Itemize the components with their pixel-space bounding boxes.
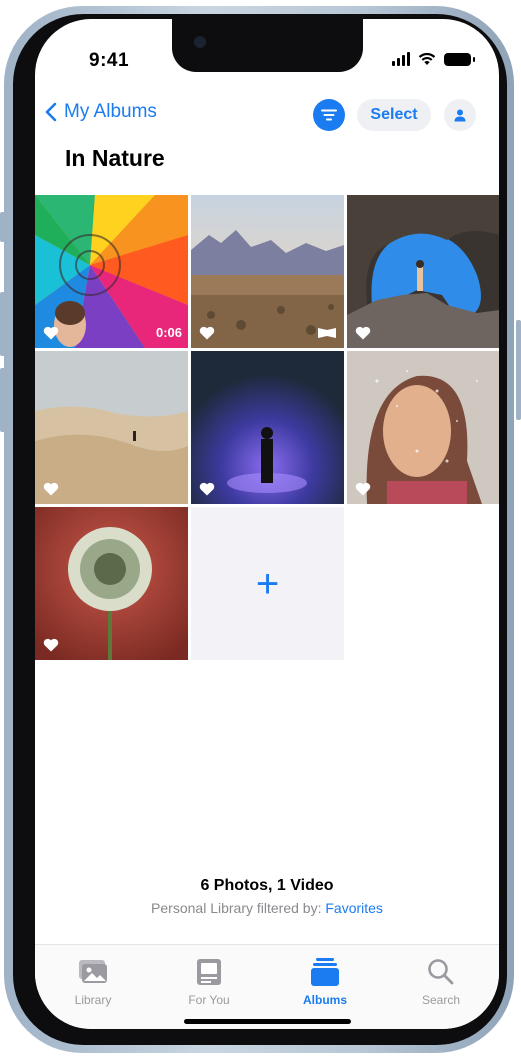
tab-library[interactable]: Library xyxy=(35,955,151,1007)
favorite-heart-icon xyxy=(43,482,59,496)
photo-thumbnail[interactable] xyxy=(347,195,499,348)
back-button-label: My Albums xyxy=(64,101,157,122)
favorite-heart-icon xyxy=(355,482,371,496)
cellular-signal-icon xyxy=(392,52,410,66)
volume-up-button xyxy=(0,292,5,356)
tab-label: Albums xyxy=(302,993,347,1007)
status-time: 9:41 xyxy=(89,50,130,71)
person-icon xyxy=(454,109,466,121)
filter-value-link[interactable]: Favorites xyxy=(325,900,383,916)
video-duration: 0:06 xyxy=(155,325,182,340)
filter-prefix: Personal Library filtered by: xyxy=(151,900,322,916)
back-button[interactable]: My Albums xyxy=(45,101,157,123)
filter-description: Personal Library filtered by: Favorites xyxy=(35,900,499,916)
action-button xyxy=(0,212,5,242)
photo-thumbnail[interactable] xyxy=(35,507,188,660)
wifi-icon xyxy=(418,52,436,65)
add-photos-button[interactable]: + xyxy=(191,507,344,660)
search-icon xyxy=(428,959,454,985)
tab-label: For You xyxy=(188,993,230,1007)
select-button[interactable]: Select xyxy=(357,99,431,131)
photo-thumbnail[interactable] xyxy=(191,351,344,504)
filter-button[interactable] xyxy=(313,99,345,131)
status-icons xyxy=(392,52,475,66)
for-you-icon xyxy=(197,959,221,985)
plus-icon: + xyxy=(255,561,280,606)
favorite-heart-icon xyxy=(43,326,59,340)
photo-thumbnail[interactable]: 0:06 xyxy=(35,195,188,348)
side-button xyxy=(516,320,521,420)
favorite-heart-icon xyxy=(355,326,371,340)
album-title: In Nature xyxy=(65,145,165,171)
tab-for-you[interactable]: For You xyxy=(151,955,267,1007)
library-icon xyxy=(79,960,107,983)
album-summary: 6 Photos, 1 Video Personal Library filte… xyxy=(35,877,499,916)
home-indicator[interactable] xyxy=(184,1019,351,1024)
tab-label: Search xyxy=(421,993,461,1007)
chevron-left-icon xyxy=(45,102,57,123)
filter-icon xyxy=(321,109,337,121)
tab-search[interactable]: Search xyxy=(383,955,499,1007)
front-camera xyxy=(194,36,206,48)
tab-bar: Library For You Albums Search xyxy=(35,944,499,1029)
photo-thumbnail[interactable] xyxy=(191,195,344,348)
albums-icon xyxy=(311,958,339,986)
photo-thumbnail[interactable] xyxy=(347,351,499,504)
favorite-heart-icon xyxy=(199,482,215,496)
navigation-bar: My Albums Select xyxy=(35,99,499,139)
battery-icon xyxy=(444,52,475,66)
volume-down-button xyxy=(0,368,5,432)
profile-button[interactable] xyxy=(444,99,476,131)
favorite-heart-icon xyxy=(43,638,59,652)
favorite-heart-icon xyxy=(199,326,215,340)
photo-thumbnail[interactable] xyxy=(35,351,188,504)
tab-albums[interactable]: Albums xyxy=(267,955,383,1007)
phone-screen: 9:41 My Albums Select In Nature 0:06 + 6… xyxy=(35,19,499,1029)
tab-label: Library xyxy=(74,993,112,1007)
photo-count: 6 Photos, 1 Video xyxy=(200,877,334,894)
dynamic-notch xyxy=(172,19,363,72)
